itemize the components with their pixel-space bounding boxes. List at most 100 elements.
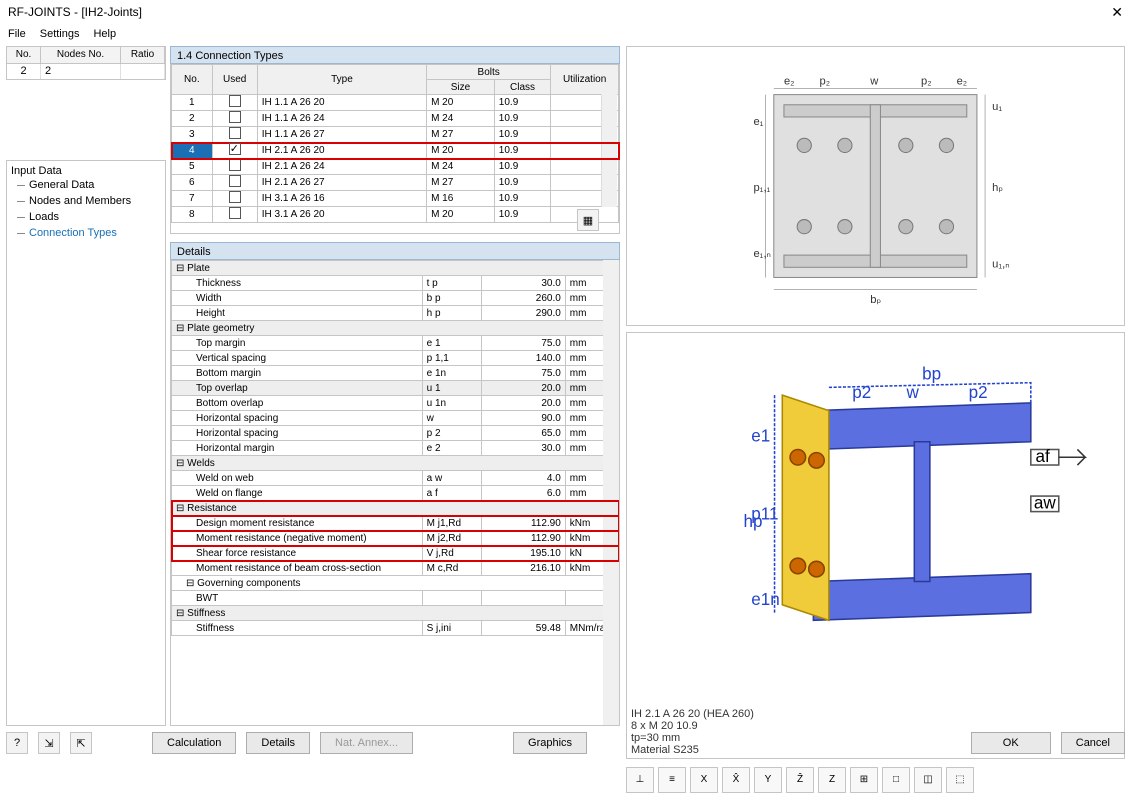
used-checkbox[interactable] <box>229 159 241 171</box>
tree-item[interactable]: Nodes and Members <box>11 193 161 209</box>
svg-text:w: w <box>906 383 920 402</box>
connection-row[interactable]: 3IH 1.1 A 26 27M 2710.9 <box>172 127 619 143</box>
calc-button[interactable]: Calculation <box>152 732 236 754</box>
detail-row[interactable]: ⊟ Plate <box>172 261 619 276</box>
tree-root[interactable]: Input Data <box>11 165 161 177</box>
connection-row[interactable]: 5IH 2.1 A 26 24M 2410.9 <box>172 159 619 175</box>
import-icon[interactable]: ⇱ <box>70 732 92 754</box>
used-checkbox[interactable] <box>229 175 241 187</box>
tree-item[interactable]: General Data <box>11 177 161 193</box>
detail-row[interactable]: Horizontal spacingp 265.0mm <box>172 426 619 441</box>
used-checkbox[interactable] <box>229 143 241 155</box>
detail-row[interactable]: Bottom overlapu 1n20.0mm <box>172 396 619 411</box>
close-icon[interactable]: ✕ <box>1111 4 1123 21</box>
detail-row[interactable]: Top margine 175.0mm <box>172 336 619 351</box>
connection-row[interactable]: 2IH 1.1 A 26 24M 2410.9 <box>172 111 619 127</box>
tree-item[interactable]: Loads <box>11 209 161 225</box>
svg-text:e₁,ₙ: e₁,ₙ <box>754 248 772 260</box>
detail-row[interactable]: Horizontal spacingw90.0mm <box>172 411 619 426</box>
view-tool-button[interactable]: □ <box>882 767 910 793</box>
menu-file[interactable]: File <box>8 28 26 40</box>
details-title: Details <box>170 242 620 260</box>
connection-row[interactable]: 8IH 3.1 A 26 20M 2010.9 <box>172 207 619 223</box>
svg-text:e1: e1 <box>751 427 770 446</box>
used-checkbox[interactable] <box>229 207 241 219</box>
menu-settings[interactable]: Settings <box>40 28 80 40</box>
detail-row[interactable]: Shear force resistanceV j,Rd195.10kN <box>172 546 619 561</box>
detail-row[interactable]: Weld on weba w4.0mm <box>172 471 619 486</box>
svg-text:e₁: e₁ <box>754 116 764 128</box>
used-checkbox[interactable] <box>229 127 241 139</box>
detail-row[interactable]: Weld on flangea f6.0mm <box>172 486 619 501</box>
detail-row[interactable]: Moment resistance of beam cross-sectionM… <box>172 561 619 576</box>
connection-row[interactable]: 1IH 1.1 A 26 20M 2010.9 <box>172 95 619 111</box>
plate-diagram: e₂ p₂ w p₂ e₂ e₁ p₁,₁ e₁,ₙ u₁ hₚ u₁,ₙ bₚ <box>626 46 1125 326</box>
detail-row[interactable]: Vertical spacingp 1,1140.0mm <box>172 351 619 366</box>
detail-row[interactable]: Widthb p260.0mm <box>172 291 619 306</box>
detail-row[interactable]: ⊟ Stiffness <box>172 606 619 621</box>
view-tool-button[interactable]: ⊞ <box>850 767 878 793</box>
svg-text:p2: p2 <box>852 383 871 402</box>
view-tool-button[interactable]: Z <box>818 767 846 793</box>
cancel-button[interactable]: Cancel <box>1061 732 1125 754</box>
svg-text:hₚ: hₚ <box>992 182 1003 194</box>
connection-row[interactable]: 4IH 2.1 A 26 20M 2010.9 <box>172 143 619 159</box>
detail-row[interactable]: Heighth p290.0mm <box>172 306 619 321</box>
graphics-button[interactable]: Graphics <box>513 732 587 754</box>
svg-text:bₚ: bₚ <box>870 294 881 306</box>
svg-text:p₁,₁: p₁,₁ <box>754 182 771 194</box>
export-icon[interactable]: ⇲ <box>38 732 60 754</box>
svg-text:e₂: e₂ <box>957 75 968 87</box>
view-tool-button[interactable]: ⬚ <box>946 767 974 793</box>
connection-table[interactable]: No. Used Type Bolts Utilization Size Cla… <box>171 64 619 223</box>
detail-row[interactable]: StiffnessS j,ini59.48MNm/ra <box>172 621 619 636</box>
detail-row[interactable]: ⊟ Resistance <box>172 501 619 516</box>
detail-row[interactable]: ⊟ Plate geometry <box>172 321 619 336</box>
svg-text:af: af <box>1035 447 1049 466</box>
connection-row[interactable]: 6IH 2.1 A 26 27M 2710.9 <box>172 175 619 191</box>
panel-title: 1.4 Connection Types <box>170 46 620 64</box>
svg-text:p2: p2 <box>969 383 988 402</box>
detail-row[interactable]: BWT <box>172 591 619 606</box>
svg-text:p₂: p₂ <box>921 75 932 87</box>
natannex-button[interactable]: Nat. Annex... <box>320 732 413 754</box>
ok-button[interactable]: OK <box>971 732 1051 754</box>
view-tool-button[interactable]: Y <box>754 767 782 793</box>
tree-item[interactable]: Connection Types <box>11 225 161 241</box>
menu-help[interactable]: Help <box>93 28 116 40</box>
view-tool-button[interactable]: ≡ <box>658 767 686 793</box>
case-list-header: No. Nodes No. Ratio <box>6 46 166 64</box>
svg-text:aw: aw <box>1034 494 1056 513</box>
connection-row[interactable]: 7IH 3.1 A 26 16M 1610.9 <box>172 191 619 207</box>
svg-text:w: w <box>869 75 879 87</box>
used-checkbox[interactable] <box>229 191 241 203</box>
view-tool-button[interactable]: ◫ <box>914 767 942 793</box>
detail-row[interactable]: Moment resistance (negative moment)M j2,… <box>172 531 619 546</box>
detail-row[interactable]: Top overlapu 120.0mm <box>172 381 619 396</box>
svg-text:u₁: u₁ <box>992 101 1002 113</box>
help-icon[interactable]: ? <box>6 732 28 754</box>
detail-row[interactable]: Design moment resistanceM j1,Rd112.90kNm <box>172 516 619 531</box>
render-view[interactable]: bp p2 w p2 e1 p11 hp e1n af aw <box>626 332 1125 759</box>
view-toolbar: ⊥≡XX̂YẐZ⊞□◫⬚ <box>626 765 1125 795</box>
detail-row[interactable]: Bottom margine 1n75.0mm <box>172 366 619 381</box>
scrollbar[interactable] <box>603 260 619 725</box>
svg-text:p₂: p₂ <box>820 75 831 87</box>
used-checkbox[interactable] <box>229 111 241 123</box>
detail-row[interactable]: Thicknesst p30.0mm <box>172 276 619 291</box>
used-checkbox[interactable] <box>229 95 241 107</box>
details-table[interactable]: ⊟ PlateThicknesst p30.0mmWidthb p260.0mm… <box>171 260 619 636</box>
case-row[interactable]: 2 2 <box>6 64 166 80</box>
detail-row[interactable]: Horizontal margine 230.0mm <box>172 441 619 456</box>
view-tool-button[interactable]: Ẑ <box>786 767 814 793</box>
details-button[interactable]: Details <box>246 732 310 754</box>
filter-icon[interactable]: ▦ <box>577 209 599 231</box>
svg-text:e₂: e₂ <box>784 75 795 87</box>
view-tool-button[interactable]: X̂ <box>722 767 750 793</box>
detail-row[interactable]: ⊟ Welds <box>172 456 619 471</box>
view-tool-button[interactable]: X <box>690 767 718 793</box>
svg-text:e1n: e1n <box>751 590 780 609</box>
nav-tree: Input Data General DataNodes and Members… <box>6 160 166 726</box>
view-tool-button[interactable]: ⊥ <box>626 767 654 793</box>
detail-row[interactable]: ⊟ Governing components <box>172 576 619 591</box>
